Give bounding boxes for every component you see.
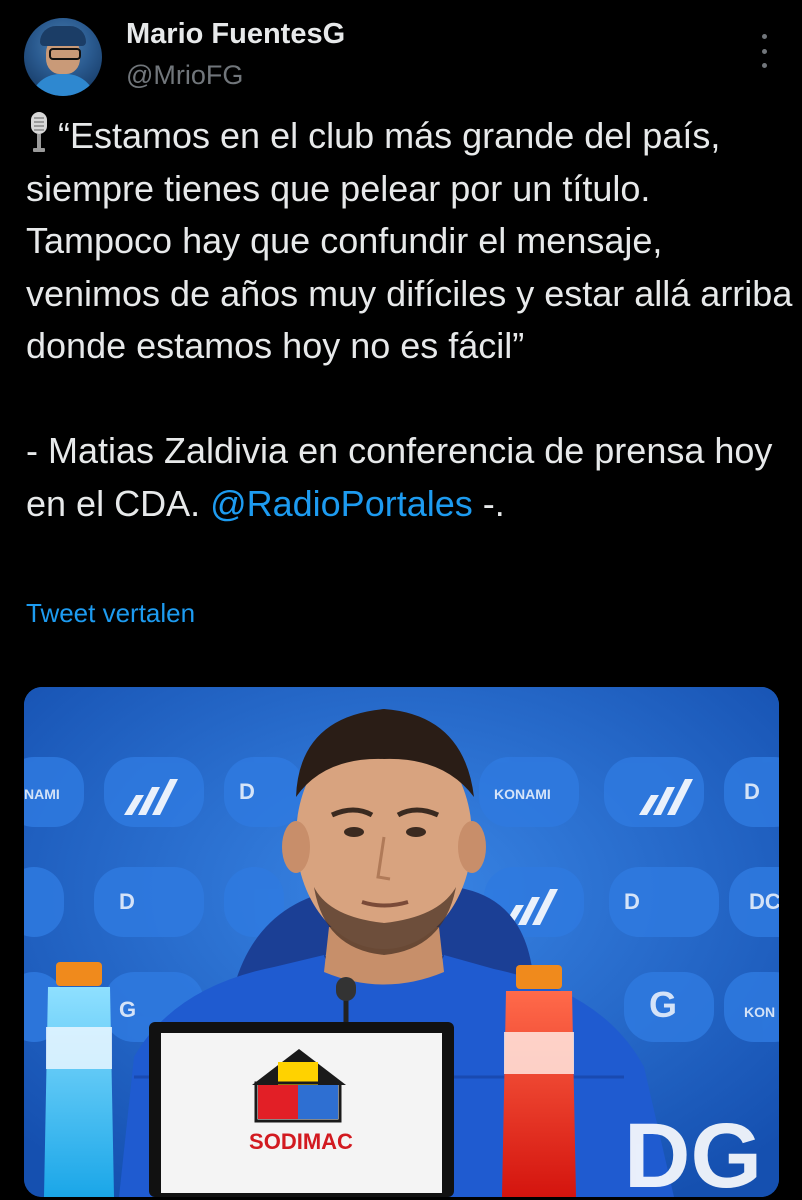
- svg-text:D: D: [624, 889, 640, 914]
- avatar-body: [30, 74, 96, 96]
- tweet-photo[interactable]: KONAMI NAMI D D D D DC G KON G SODIMAC D…: [24, 687, 779, 1197]
- svg-text:D: D: [239, 779, 255, 804]
- svg-text:KON: KON: [744, 1004, 775, 1020]
- svg-text:NAMI: NAMI: [24, 786, 60, 802]
- svg-text:DC: DC: [749, 889, 779, 914]
- tweet-text: “Estamos en el club más grande del país,…: [26, 110, 796, 530]
- translate-tweet-link[interactable]: Tweet vertalen: [26, 598, 195, 629]
- more-options-icon[interactable]: [752, 34, 776, 68]
- microphone-icon: [26, 110, 52, 154]
- svg-text:DG: DG: [624, 1105, 762, 1197]
- author-avatar[interactable]: [24, 18, 102, 96]
- sodimac-sign-text: SODIMAC: [249, 1129, 353, 1154]
- mention-link[interactable]: @RadioPortales: [210, 483, 473, 524]
- author-handle[interactable]: @MrioFG: [126, 60, 243, 91]
- tweet-trailing: -.: [472, 482, 505, 524]
- avatar-cap: [40, 26, 86, 46]
- author-name[interactable]: Mario FuentesG: [126, 18, 345, 51]
- svg-text:KONAMI: KONAMI: [494, 786, 551, 802]
- tweet-quote: “Estamos en el club más grande del país,…: [26, 115, 802, 366]
- svg-text:G: G: [649, 984, 677, 1025]
- avatar-glasses: [49, 48, 81, 60]
- svg-text:D: D: [119, 889, 135, 914]
- svg-text:G: G: [119, 997, 136, 1022]
- svg-text:D: D: [744, 779, 760, 804]
